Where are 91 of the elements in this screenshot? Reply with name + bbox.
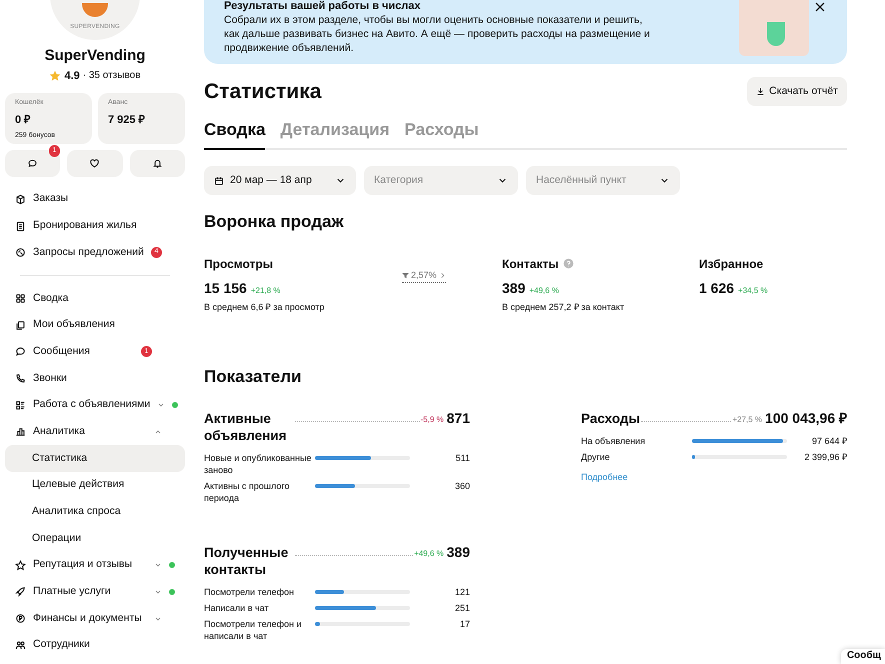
block-title: Полученные контакты — [204, 544, 290, 578]
row-label: Активны с прошлого периода — [204, 480, 290, 504]
wallet-value: 7 925 ₽ — [108, 112, 146, 128]
nav-item[interactable]: Репутация и отзывы — [5, 552, 185, 579]
metric-label: Избранное — [699, 256, 764, 272]
icon-button[interactable] — [5, 150, 60, 177]
metric-change: +49,6 % — [529, 284, 559, 296]
row-value: 511 — [454, 452, 470, 464]
chevron-right-icon — [438, 272, 446, 279]
row-label: На объявления — [581, 434, 646, 446]
metric-note: В среднем 257,2 ₽ за контакт — [502, 300, 626, 314]
nav-item[interactable]: Аналитика — [5, 418, 185, 446]
rating: 4.9 — [64, 68, 80, 84]
close-button[interactable] — [813, 0, 827, 14]
metric-label: Просмотры — [204, 256, 274, 272]
nav-subitem[interactable]: Операции — [5, 525, 185, 552]
block-change: +49,6 % — [414, 548, 444, 560]
block-total: 871 — [446, 410, 470, 426]
list-icon — [15, 400, 26, 411]
nav-item[interactable]: Бронирования жилья — [5, 212, 185, 240]
chat-bubble-icon — [27, 158, 38, 169]
calendar-icon — [214, 176, 224, 186]
nav-item[interactable]: Сотрудники — [5, 632, 185, 659]
banner-title: Результаты вашей работы в числах — [224, 0, 421, 12]
phone-icon — [15, 372, 26, 384]
chat-bubble-icon — [15, 346, 26, 358]
metric-value: 15 156 — [204, 278, 247, 298]
illustration — [739, 0, 809, 56]
row-label: Написали в чат — [204, 602, 270, 614]
row-value: 251 — [454, 602, 470, 614]
block-title: Расходы — [581, 410, 640, 426]
people-icon — [15, 640, 26, 651]
star-outline-icon — [15, 560, 26, 571]
nav-item[interactable]: Платные услуги — [5, 578, 185, 606]
chat-widget[interactable]: Сообщ — [840, 649, 885, 664]
nav-item[interactable]: Финансы и документы — [5, 605, 185, 632]
metric-value: 389 — [502, 278, 526, 298]
box-icon — [15, 194, 26, 205]
filter-icon — [402, 272, 409, 279]
nav-item[interactable]: Сводка — [5, 285, 185, 312]
document-icon — [15, 220, 26, 232]
row-label: Посмотрели телефон — [204, 586, 295, 598]
metric-note: В среднем 6,6 ₽ за просмотр — [204, 300, 326, 314]
metric-label: Контакты — [502, 256, 559, 272]
nav-item[interactable]: Звонки — [5, 365, 185, 392]
block-total: 100 043,96 ₽ — [765, 410, 847, 426]
row-value: 97 644 ₽ — [810, 434, 847, 446]
bar-chart-icon — [15, 426, 26, 438]
metric-value: 1 626 — [699, 278, 734, 298]
metric-change: +21,8 % — [250, 284, 280, 296]
bell-icon — [152, 158, 163, 169]
nav-subitem[interactable]: Целевые действия — [5, 472, 185, 499]
bean-icon — [82, 3, 108, 17]
reviews-link[interactable]: · 35 отзывов — [82, 68, 141, 84]
nav-item[interactable]: Заказы — [5, 186, 185, 213]
tab[interactable]: Сводка — [204, 116, 266, 150]
row-value: 2 399,96 ₽ — [803, 450, 847, 462]
row-value: 17 — [458, 618, 470, 630]
block-title: Активные объявления — [204, 410, 288, 444]
grid-icon — [15, 292, 26, 304]
conversion-link[interactable]: 2,57% — [402, 268, 446, 283]
nav-item[interactable]: Работа с объявлениями — [5, 392, 185, 418]
nav-subitem[interactable]: Аналитика спроса — [5, 498, 185, 526]
copy-icon — [15, 320, 26, 331]
wallet-value: 0 ₽ — [15, 112, 32, 128]
filter-dropdown[interactable]: 20 мар — 18 апр — [204, 166, 356, 195]
close-icon — [813, 0, 827, 14]
nav-subitem[interactable]: Статистика — [5, 445, 185, 472]
star-icon — [49, 70, 62, 82]
block-total: 389 — [446, 544, 470, 560]
metric-change: +34,5 % — [738, 284, 768, 296]
details-link[interactable]: Подробнее — [581, 470, 847, 484]
download-icon — [756, 87, 766, 96]
row-label: Новые и опубликованные заново — [204, 452, 312, 476]
coin-icon — [15, 613, 26, 624]
banner-text: Собрали их в этом разделе, чтобы вы могли оценить основные показатели и решить, как дальше развивать бизнес на Авито. А ещё — проверить расходы на размещение и продвижение объявлений. — [224, 13, 651, 55]
heart-icon — [89, 158, 100, 169]
block-change: +27,5 % — [732, 414, 762, 426]
row-value: 360 — [454, 480, 470, 492]
row-value: 121 — [454, 586, 470, 598]
chat-widget-label: Сообщ — [846, 650, 881, 662]
section-title: Воронка продаж — [204, 211, 344, 233]
nav-item[interactable]: Мои объявления — [5, 312, 185, 338]
download-button[interactable]: Скачать отчёт — [747, 77, 847, 106]
section-title: Показатели — [204, 366, 302, 388]
row-label: Посмотрели телефон и написали в чат — [204, 618, 302, 642]
rocket-icon — [15, 586, 26, 598]
block-change: -5,9 % — [420, 414, 444, 426]
page-title: Статистика — [204, 79, 322, 105]
row-label: Другие — [581, 450, 611, 462]
profile-name: SuperVending — [44, 46, 146, 66]
